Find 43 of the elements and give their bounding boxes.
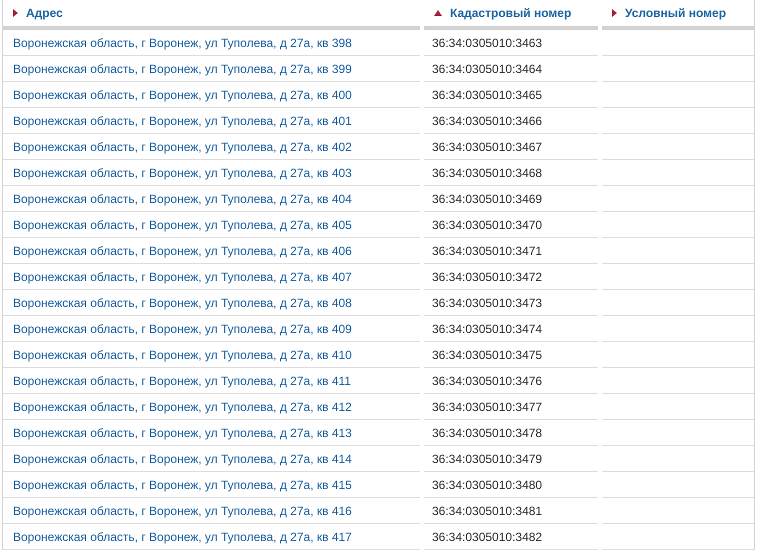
cadastral-number: 36:34:0305010:3468 xyxy=(432,164,542,182)
address-link[interactable]: Воронежская область, г Воронеж, ул Туполева, д 27а, кв 410 xyxy=(13,346,352,364)
address-link[interactable]: Воронежская область, г Воронеж, ул Туполева, д 27а, кв 407 xyxy=(13,268,352,286)
address-link[interactable]: Воронежская область, г Воронеж, ул Туполева, д 27а, кв 408 xyxy=(13,294,352,312)
address-link[interactable]: Воронежская область, г Воронеж, ул Туполева, д 27а, кв 409 xyxy=(13,320,352,338)
cadastral-number: 36:34:0305010:3474 xyxy=(432,320,542,338)
address-link[interactable]: Воронежская область, г Воронеж, ул Туполева, д 27а, кв 412 xyxy=(13,398,352,416)
cadastral-number: 36:34:0305010:3470 xyxy=(432,216,542,234)
address-link[interactable]: Воронежская область, г Воронеж, ул Туполева, д 27а, кв 403 xyxy=(13,164,352,182)
address-link[interactable]: Воронежская область, г Воронеж, ул Туполева, д 27а, кв 401 xyxy=(13,112,352,130)
address-link[interactable]: Воронежская область, г Воронеж, ул Туполева, д 27а, кв 400 xyxy=(13,86,352,104)
address-link[interactable]: Воронежская область, г Воронеж, ул Туполева, д 27а, кв 405 xyxy=(13,216,352,234)
address-link[interactable]: Воронежская область, г Воронеж, ул Туполева, д 27а, кв 416 xyxy=(13,502,352,520)
address-link[interactable]: Воронежская область, г Воронеж, ул Туполева, д 27а, кв 414 xyxy=(13,450,352,468)
address-link[interactable]: Воронежская область, г Воронеж, ул Туполева, д 27а, кв 411 xyxy=(13,372,351,390)
address-link[interactable]: Воронежская область, г Воронеж, ул Туполева, д 27а, кв 399 xyxy=(13,60,352,78)
cadastral-number: 36:34:0305010:3467 xyxy=(432,138,542,156)
cadastral-number: 36:34:0305010:3473 xyxy=(432,294,542,312)
cadastral-number: 36:34:0305010:3475 xyxy=(432,346,542,364)
cadastral-number: 36:34:0305010:3471 xyxy=(432,242,542,260)
column-header[interactable]: Адрес xyxy=(26,4,63,22)
column-header[interactable]: Кадастровый номер xyxy=(450,4,572,22)
cadastral-number: 36:34:0305010:3465 xyxy=(432,86,542,104)
cadastral-number: 36:34:0305010:3480 xyxy=(432,476,542,494)
address-link[interactable]: Воронежская область, г Воронеж, ул Туполева, д 27а, кв 417 xyxy=(13,528,352,546)
address-link[interactable]: Воронежская область, г Воронеж, ул Туполева, д 27а, кв 415 xyxy=(13,476,352,494)
address-link[interactable]: Воронежская область, г Воронеж, ул Туполева, д 27а, кв 398 xyxy=(13,34,352,52)
cadastral-number: 36:34:0305010:3482 xyxy=(432,528,542,546)
cadastral-number: 36:34:0305010:3469 xyxy=(432,190,542,208)
cadastral-number: 36:34:0305010:3472 xyxy=(432,268,542,286)
column-header[interactable]: Условный номер xyxy=(625,4,726,22)
address-link[interactable]: Воронежская область, г Воронеж, ул Туполева, д 27а, кв 406 xyxy=(13,242,352,260)
address-link[interactable]: Воронежская область, г Воронеж, ул Туполева, д 27а, кв 404 xyxy=(13,190,352,208)
cadastral-number: 36:34:0305010:3478 xyxy=(432,424,542,442)
address-link[interactable]: Воронежская область, г Воронеж, ул Туполева, д 27а, кв 402 xyxy=(13,138,352,156)
cadastral-number: 36:34:0305010:3463 xyxy=(432,34,542,52)
cadastral-number: 36:34:0305010:3476 xyxy=(432,372,542,390)
cadastral-number: 36:34:0305010:3479 xyxy=(432,450,542,468)
cadastral-number: 36:34:0305010:3464 xyxy=(432,60,542,78)
address-link[interactable]: Воронежская область, г Воронеж, ул Туполева, д 27а, кв 413 xyxy=(13,424,352,442)
cadastral-number: 36:34:0305010:3481 xyxy=(432,502,542,520)
cadastral-number: 36:34:0305010:3477 xyxy=(432,398,542,416)
cadastral-number: 36:34:0305010:3466 xyxy=(432,112,542,130)
